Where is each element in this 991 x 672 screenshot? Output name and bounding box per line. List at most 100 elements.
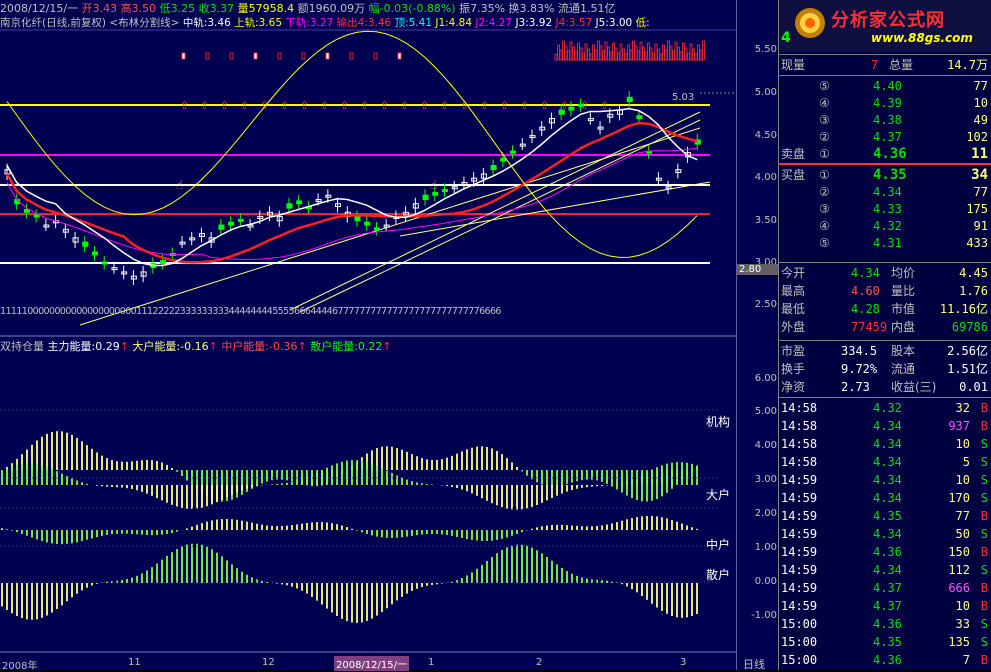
tick-side: S (980, 617, 988, 631)
candlestick (82, 241, 89, 247)
signal-bar (684, 47, 688, 61)
signal-bar (677, 46, 680, 61)
signal-bar (657, 48, 660, 61)
tick-volume: 666 (948, 581, 970, 595)
logo-url: www.88gs.com (871, 31, 973, 45)
signal-bar (642, 46, 645, 61)
sell-price: 4.36 (873, 146, 907, 162)
sell-volume: 77 (973, 79, 988, 93)
tick-price: 4.34 (873, 419, 902, 433)
stat-label: 最低 (781, 302, 806, 316)
buy-level-label: ④ (819, 219, 830, 233)
retail-energy: 散户能量:0.22 (310, 340, 383, 353)
buy-price: 4.33 (873, 202, 902, 216)
big-energy: 大户能量:-0.16 (132, 340, 209, 353)
tick-row: 14:59 4.34 170 S (779, 489, 991, 507)
tick-row: 15:00 4.36 33 S (779, 615, 991, 633)
signal-bar (634, 45, 638, 61)
signal-bar (627, 44, 630, 61)
stat-row: 外盘 77459 内盘 69786 (779, 318, 991, 336)
peak-price-label: 5.03 (672, 92, 695, 103)
tick-row: 14:59 4.37 10 B (779, 597, 991, 615)
tick-volume: 937 (948, 419, 970, 433)
signal-bar (609, 51, 613, 61)
signal-bar (649, 47, 653, 61)
candlestick (228, 221, 235, 226)
stat-value: 1.51亿 (947, 362, 988, 376)
tick-side: B (980, 509, 988, 523)
stat-label: 市值 (891, 302, 916, 316)
signal-bar (692, 48, 695, 61)
tick-price: 4.35 (873, 509, 902, 523)
mid-energy: 中户能量:-0.36 (221, 340, 298, 353)
signal-bar (574, 51, 578, 61)
ltick-200: 2.00 (754, 508, 777, 519)
candlestick (296, 200, 303, 205)
chart-canvas[interactable]: ⇧ ⇧ ⇧ ⇧ ⇧ ⇧ ⇧ ⇧ ⇧ ⇧ ⇧ ⇧ ⇧ ⇧ ⇧ ⇧ ⇧ ⇧ ⇧ ⇧ ⇧ ⇧☝ ☝ (0, 0, 736, 670)
candlestick (432, 191, 439, 196)
buy-row: ② 4.34 77 (779, 183, 991, 201)
header-amount: 额1960.09万 (297, 2, 366, 15)
candlestick (23, 208, 30, 213)
stat-label: 外盘 (781, 320, 806, 334)
sell-row: ⑤ 4.40 77 (779, 77, 991, 95)
candlestick (626, 96, 633, 103)
j2-value: J2:4.27 (475, 17, 513, 29)
header-high: 高3.50 (120, 2, 157, 15)
stat-label: 今开 (781, 266, 806, 280)
now-value: 7 (871, 58, 879, 72)
sell-price: 4.37 (873, 130, 902, 144)
signal-bar (349, 52, 354, 60)
signal-bar (659, 53, 663, 61)
stat-value: 69786 (951, 320, 988, 334)
candlestick (92, 251, 98, 256)
tick-row: 14:58 4.32 32 B (779, 399, 991, 417)
buy-price: 4.32 (873, 219, 902, 233)
stat-label: 量比 (891, 284, 916, 298)
candlestick (364, 221, 371, 226)
ma-line-yellow (6, 30, 698, 258)
date-cursor: 2008/12/15/一 (334, 656, 410, 671)
signal-bar (624, 53, 628, 61)
signal-bar (559, 49, 563, 61)
tick-row: 14:58 4.34 5 S (779, 453, 991, 471)
tick-side: S (980, 491, 988, 505)
up-arrow-marker: ⇧ (540, 99, 549, 112)
tick-price: 4.36 (873, 653, 902, 667)
tick-row: 14:59 4.37 666 B (779, 579, 991, 597)
sell-level-label: ① (819, 147, 830, 161)
up-arrow-marker: ⇧ (440, 99, 449, 112)
sell-level-label: ④ (819, 96, 830, 110)
header-turnover: 换3.83% (508, 2, 555, 15)
lower-name: 双持仓量 (0, 340, 44, 353)
signal-bar (373, 52, 378, 60)
tick-price: 4.34 (873, 437, 902, 451)
chart-area[interactable]: ⇧ ⇧ ⇧ ⇧ ⇧ ⇧ ⇧ ⇧ ⇧ ⇧ ⇧ ⇧ ⇧ ⇧ ⇧ ⇧ ⇧ ⇧ ⇧ ⇧ ⇧ ⇧ ☝ ☝ 2008/12/15/一 开3… (0, 0, 736, 672)
signal-bar (687, 52, 690, 61)
tick-time: 14:58 (781, 419, 818, 433)
signal-bar (277, 52, 282, 60)
tick-row: 14:59 4.36 150 B (779, 543, 991, 561)
sell-price: 4.38 (873, 113, 902, 127)
tick-volume: 135 (948, 635, 970, 649)
ltick-100: 1.00 (754, 542, 777, 553)
signal-bar (594, 49, 598, 61)
stat-label: 流通 (891, 362, 916, 376)
signal-code-row: 1111100000000000000000000111222223333333… (0, 306, 501, 317)
ltick-400: 4.00 (754, 440, 777, 451)
up-arrow-marker: ⇧ (360, 99, 369, 112)
tick-side: B (980, 419, 988, 433)
tick-volume: 10 (955, 599, 970, 613)
tick-price: 4.36 (873, 617, 902, 631)
stat-row: 今开 4.34 均价 4.45 (779, 264, 991, 282)
ltick-600: 6.00 (754, 373, 777, 384)
signal-bar (654, 43, 658, 61)
buy-level-label: ② (819, 185, 830, 199)
signal-bar (562, 40, 565, 61)
signal-bar (682, 42, 685, 61)
tick-volume: 170 (948, 491, 970, 505)
tick-time: 14:58 (781, 401, 818, 415)
signal-bar (612, 42, 615, 61)
stat-value: 4.28 (851, 302, 880, 316)
up-arrow-marker: ⇧ (500, 99, 509, 112)
